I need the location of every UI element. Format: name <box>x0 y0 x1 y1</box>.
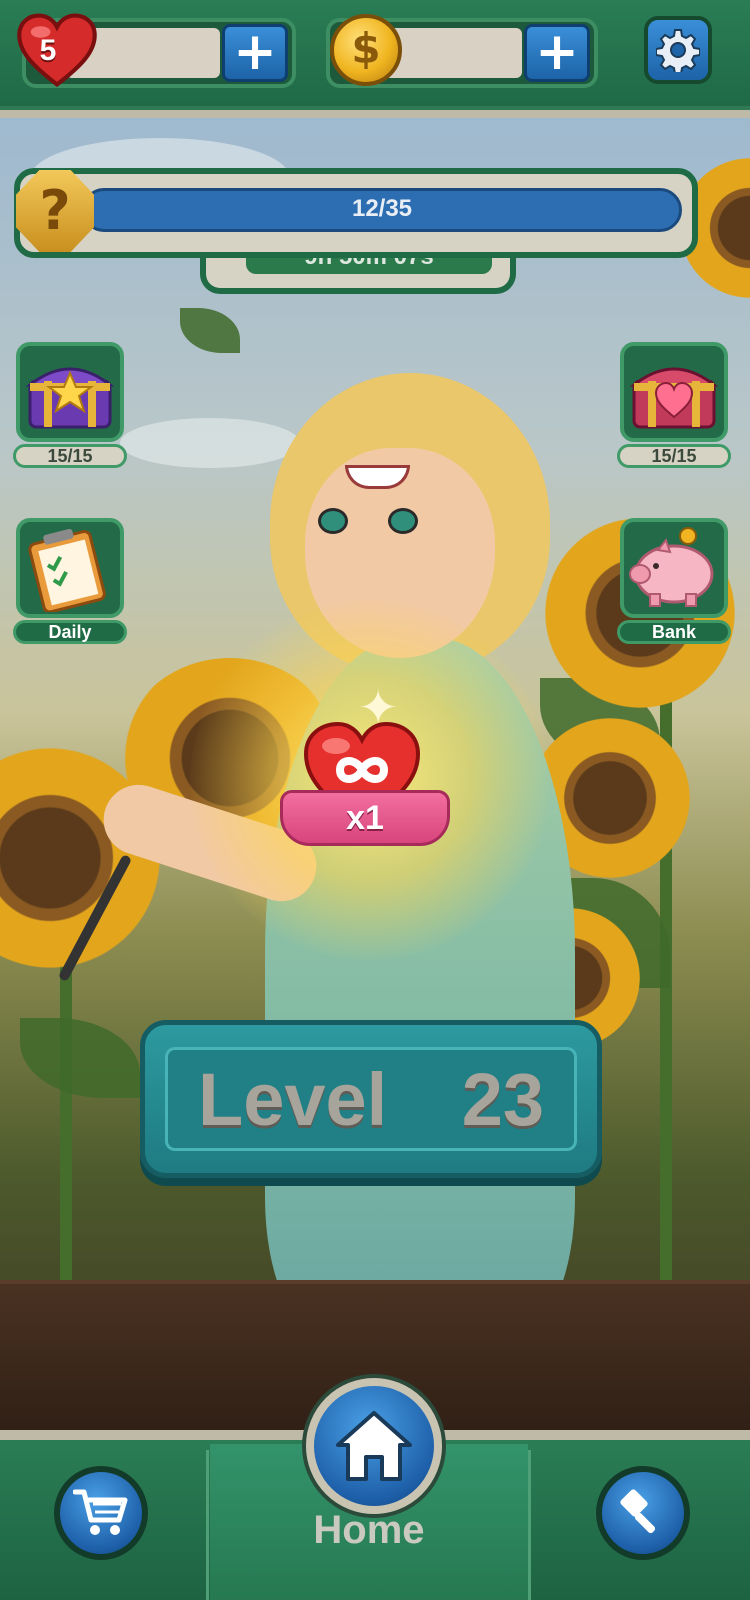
shop-button[interactable] <box>54 1466 148 1560</box>
character-eye <box>388 508 418 534</box>
daily-label: Daily <box>13 620 127 644</box>
heart-chest-button[interactable]: 15/15 <box>617 342 731 468</box>
bank-button[interactable]: Bank <box>617 518 731 644</box>
bank-tile <box>620 518 728 618</box>
heart-chest-label: 15/15 <box>617 444 731 468</box>
heart-chest-icon <box>629 367 719 429</box>
level-number: 23 <box>461 1057 544 1141</box>
star-chest-label: 15/15 <box>13 444 127 468</box>
heart-chest-tile <box>620 342 728 442</box>
level-panel-inner: Level 23 <box>165 1047 577 1151</box>
event-progress-bar: 12/35 <box>82 188 682 232</box>
reward-multiplier: x1 <box>280 790 450 846</box>
home-button[interactable] <box>306 1378 442 1514</box>
piggy-bank-icon <box>629 527 714 607</box>
brush-icon <box>620 1489 656 1534</box>
cart-icon <box>73 1489 128 1535</box>
bank-label: Bank <box>617 620 731 644</box>
add-coins-button[interactable]: + <box>524 24 590 82</box>
star-chest-tile <box>16 342 124 442</box>
top-bar: + 5 + $ <box>0 0 750 118</box>
level-button[interactable]: Level 23 <box>140 1020 602 1178</box>
nav-divider <box>528 1450 531 1600</box>
nav-divider <box>206 1450 209 1600</box>
event-progress-panel[interactable]: 12/35 <box>14 168 698 258</box>
star-chest-button[interactable]: 15/15 <box>13 342 127 468</box>
daily-tile <box>16 518 124 618</box>
add-lives-button[interactable]: + <box>222 24 288 82</box>
leaf <box>20 1018 140 1098</box>
decorate-button[interactable] <box>596 1466 690 1560</box>
settings-button[interactable] <box>644 16 712 84</box>
home-icon <box>336 1411 412 1481</box>
lives-count: 5 <box>39 34 57 67</box>
daily-button[interactable]: Daily <box>13 518 127 644</box>
coin-icon: $ <box>330 14 402 86</box>
home-label: Home <box>313 1508 425 1552</box>
checklist-icon <box>28 528 106 612</box>
character-eye <box>318 508 348 534</box>
event-progress-text: 12/35 <box>351 195 413 222</box>
gear-icon <box>656 29 700 72</box>
star-chest-icon <box>25 367 115 429</box>
cloud <box>120 418 300 468</box>
leaf <box>180 308 240 353</box>
level-word: Level <box>198 1057 388 1141</box>
